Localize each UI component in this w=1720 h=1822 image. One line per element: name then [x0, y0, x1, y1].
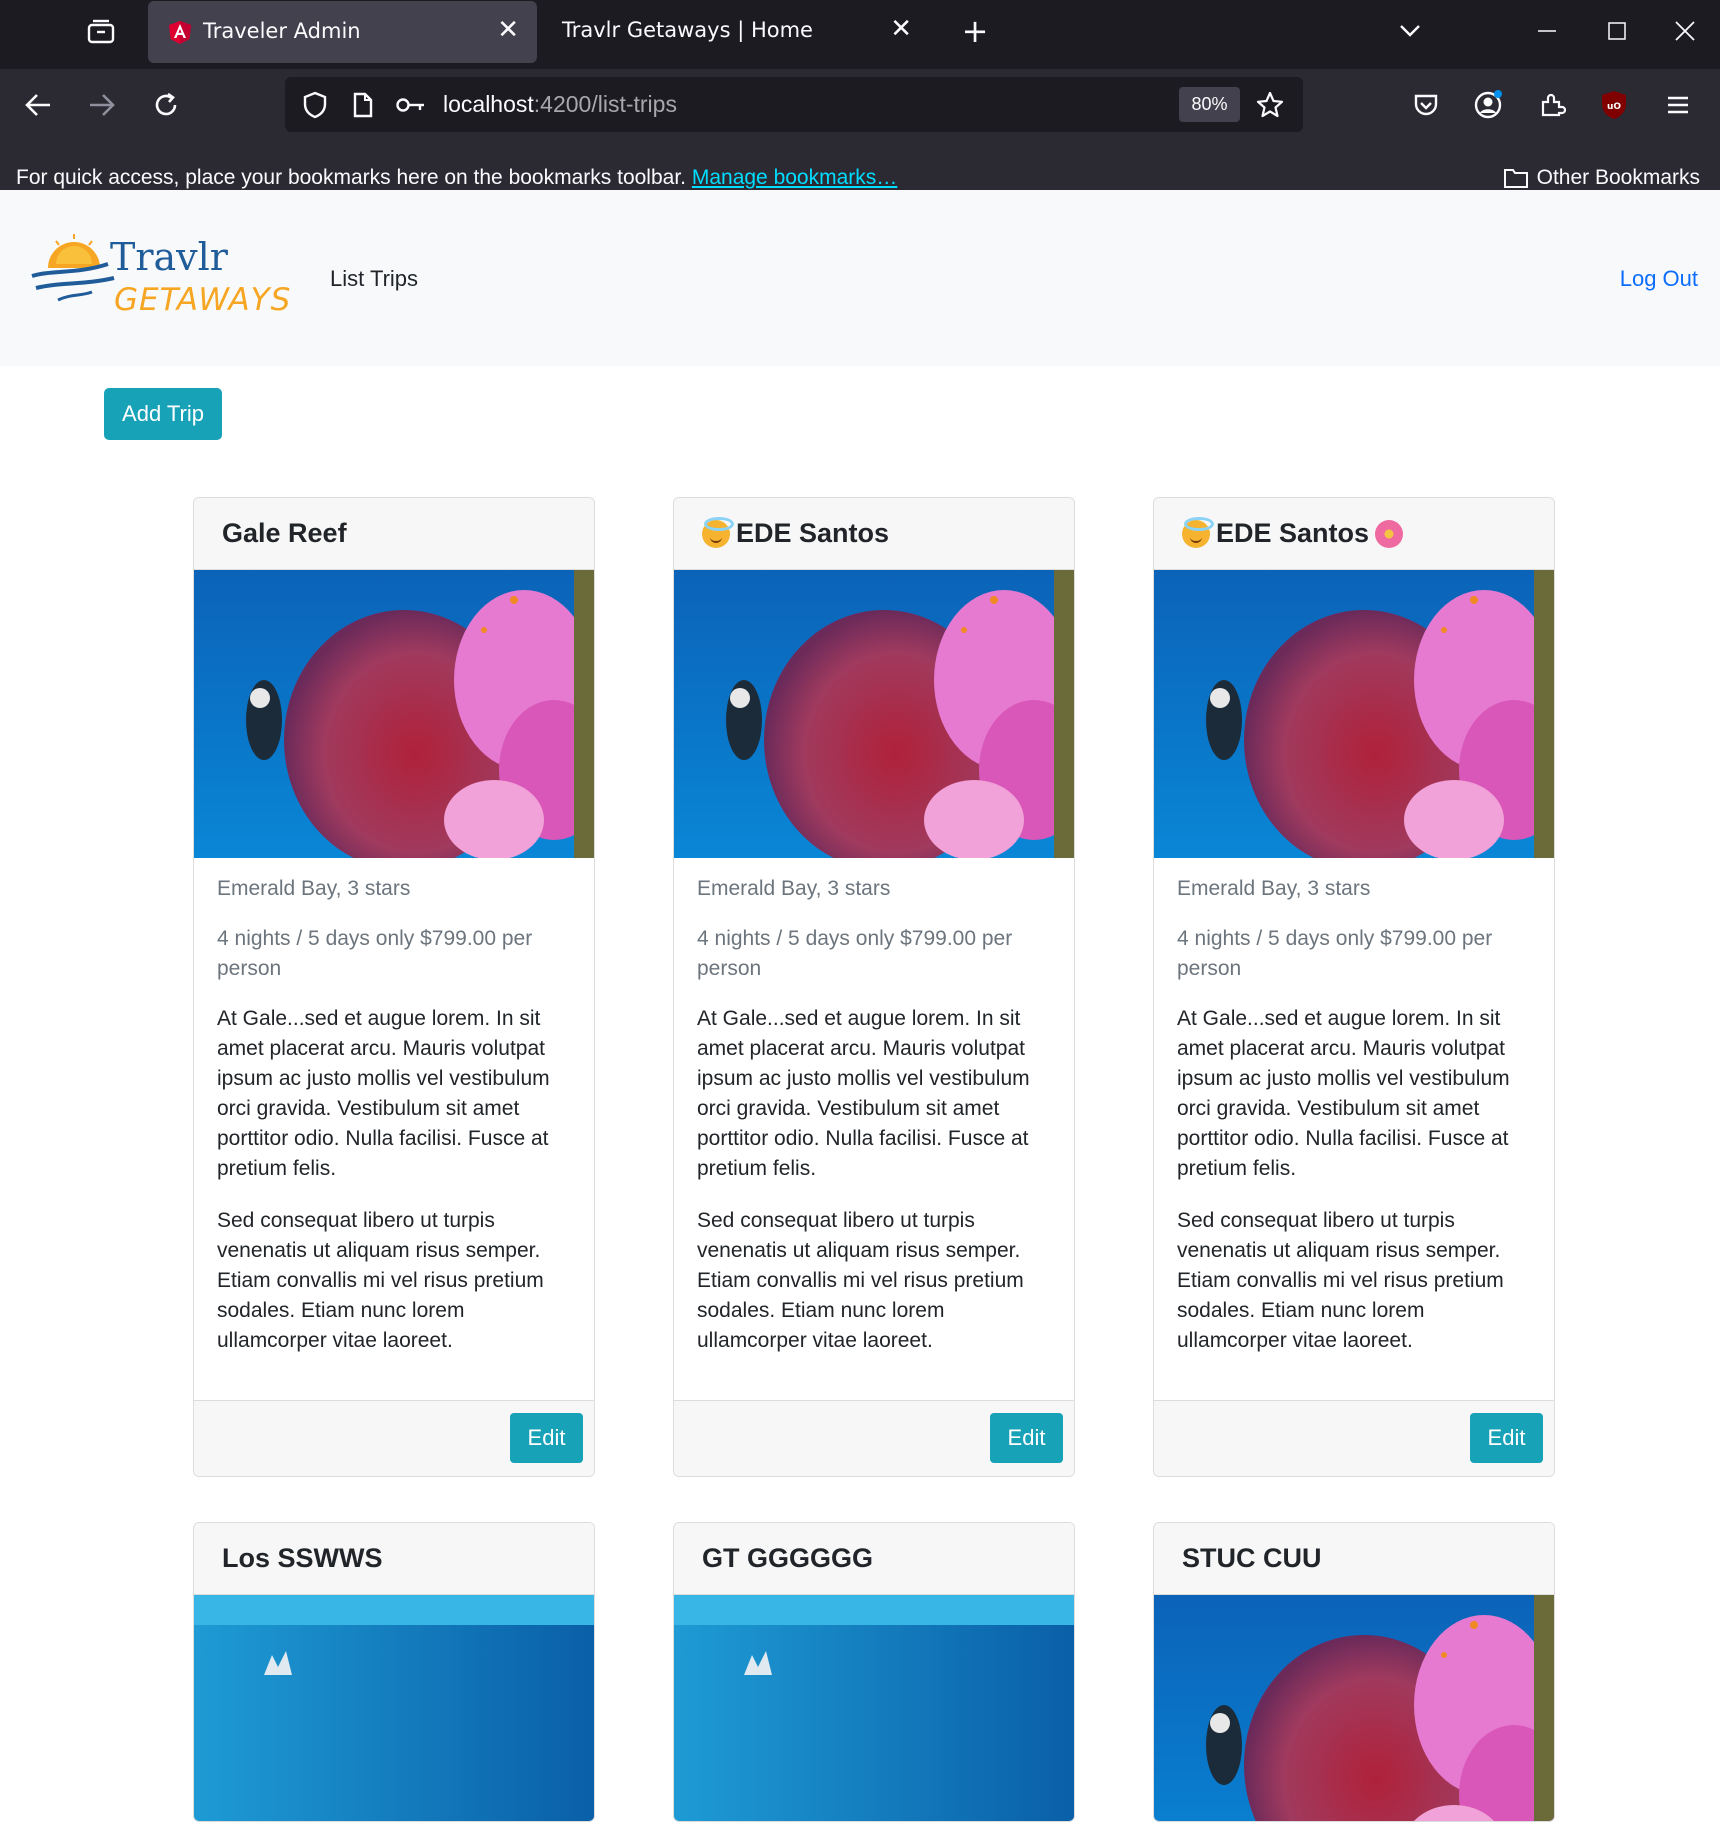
trip-image: [194, 1595, 594, 1821]
add-trip-button[interactable]: Add Trip: [104, 388, 222, 440]
close-tab-icon[interactable]: ✕: [497, 15, 519, 45]
key-icon[interactable]: [393, 87, 429, 123]
trip-card: EDE Santos Emerald Bay, 3 stars 4 nights…: [673, 497, 1075, 1477]
trip-description: At Gale...sed et augue lorem. In sit ame…: [697, 1007, 1030, 1180]
trip-image: [1154, 570, 1554, 858]
trip-title: Los SSWWS: [222, 1543, 383, 1573]
trip-card-header: Los SSWWS: [194, 1523, 594, 1595]
trip-description: Sed consequat libero ut turpis venenatis…: [1177, 1209, 1504, 1352]
trip-card: Gale Reef Emerald Bay, 3 stars 4 nights …: [193, 497, 595, 1477]
trip-resort: Emerald Bay, 3 stars: [1177, 877, 1371, 900]
browser-tab-bar: Traveler Admin ✕ Travlr Getaways | Home …: [0, 0, 1720, 69]
web-page: Travlr GETAWAYS List Trips Log Out Add T…: [0, 190, 1720, 1822]
smiling-face-with-halo-icon: [1182, 516, 1214, 548]
trip-card: STUC CUU: [1153, 1522, 1555, 1822]
trip-card-body: Emerald Bay, 3 stars 4 nights / 5 days o…: [674, 858, 1074, 1356]
trip-description: At Gale...sed et augue lorem. In sit ame…: [217, 1007, 550, 1180]
trip-card-header: EDE Santos: [1154, 498, 1554, 570]
trip-title: STUC CUU: [1182, 1543, 1322, 1573]
trip-description: At Gale...sed et augue lorem. In sit ame…: [1177, 1007, 1510, 1180]
browser-toolbar: localhost:4200/list-trips 80% uO For qui…: [0, 69, 1720, 208]
forward-icon[interactable]: [80, 83, 124, 127]
trip-image: [674, 1595, 1074, 1821]
trip-title: Gale Reef: [222, 518, 347, 548]
trip-length-price: 4 nights / 5 days only $799.00 per perso…: [1177, 927, 1493, 980]
tab-title: Traveler Admin: [203, 19, 361, 43]
page-info-icon[interactable]: [345, 87, 381, 123]
trip-card-footer: Edit: [194, 1400, 594, 1476]
trip-card-footer: Edit: [1154, 1400, 1554, 1476]
reload-icon[interactable]: [144, 83, 188, 127]
trip-card-header: EDE Santos: [674, 498, 1074, 570]
tab-traveler-admin[interactable]: Traveler Admin ✕: [148, 1, 537, 63]
manage-bookmarks-link[interactable]: Manage bookmarks…: [692, 166, 897, 189]
menu-hamburger-icon[interactable]: [1656, 83, 1700, 127]
tab-travlr-home[interactable]: Travlr Getaways | Home ✕: [544, 0, 930, 62]
brand-wordmark-bottom: GETAWAYS: [114, 282, 290, 318]
trip-card-footer: Edit: [674, 1400, 1074, 1476]
brand-wordmark-top: Travlr: [110, 235, 229, 279]
trip-image: [1154, 1595, 1554, 1821]
url-host: localhost: [443, 91, 534, 117]
account-icon[interactable]: [1466, 83, 1510, 127]
close-tab-icon[interactable]: ✕: [890, 14, 912, 44]
trip-card: GT GGGGGG: [673, 1522, 1075, 1822]
url-path: :4200/list-trips: [533, 91, 677, 117]
address-bar[interactable]: localhost:4200/list-trips 80%: [285, 77, 1303, 132]
site-navbar: Travlr GETAWAYS List Trips Log Out: [0, 190, 1720, 366]
trip-length-price: 4 nights / 5 days only $799.00 per perso…: [217, 927, 533, 980]
trip-card-header: Gale Reef: [194, 498, 594, 570]
trip-card-header: GT GGGGGG: [674, 1523, 1074, 1595]
bookmark-star-icon[interactable]: [1251, 86, 1289, 124]
url-text[interactable]: localhost:4200/list-trips: [443, 91, 677, 118]
trip-card: Los SSWWS: [193, 1522, 595, 1822]
extensions-icon[interactable]: [1530, 83, 1574, 127]
trip-title: EDE Santos: [736, 518, 890, 548]
logout-link[interactable]: Log Out: [1620, 266, 1698, 292]
other-bookmarks-label: Other Bookmarks: [1536, 166, 1700, 189]
ublock-origin-icon[interactable]: uO: [1592, 83, 1636, 127]
bookmarks-hint-text: For quick access, place your bookmarks h…: [16, 166, 686, 189]
edit-trip-button[interactable]: Edit: [990, 1413, 1063, 1463]
close-window-icon[interactable]: [1664, 12, 1706, 50]
folder-icon: [1503, 169, 1528, 188]
other-bookmarks-button[interactable]: Other Bookmarks: [1503, 166, 1700, 190]
travlr-getaways-logo[interactable]: Travlr GETAWAYS: [30, 230, 290, 320]
trip-card-body: Emerald Bay, 3 stars 4 nights / 5 days o…: [1154, 858, 1554, 1356]
trip-card: EDE Santos Emerald Bay, 3 stars 4 nights…: [1153, 497, 1555, 1477]
svg-text:uO: uO: [1607, 102, 1621, 112]
trip-card-header: STUC CUU: [1154, 1523, 1554, 1595]
trip-description: Sed consequat libero ut turpis venenatis…: [217, 1209, 544, 1352]
list-all-tabs-icon[interactable]: [1390, 12, 1430, 50]
pocket-icon[interactable]: [1404, 83, 1448, 127]
trip-title: GT GGGGGG: [702, 1543, 874, 1573]
trip-resort: Emerald Bay, 3 stars: [217, 877, 411, 900]
trip-image: [674, 570, 1074, 858]
tab-title: Travlr Getaways | Home: [562, 18, 813, 42]
trip-image: [194, 570, 594, 858]
new-tab-icon[interactable]: +: [955, 12, 995, 50]
trip-card-body: Emerald Bay, 3 stars 4 nights / 5 days o…: [194, 858, 594, 1356]
minimize-icon[interactable]: [1526, 12, 1568, 50]
trip-title: EDE Santos: [1216, 518, 1370, 548]
nav-list-trips[interactable]: List Trips: [330, 266, 418, 292]
back-icon[interactable]: [16, 83, 60, 127]
maximize-icon[interactable]: [1596, 12, 1638, 50]
shield-icon[interactable]: [297, 87, 333, 123]
smiling-face-with-halo-icon: [702, 516, 734, 548]
cherry-blossom-icon: [1375, 519, 1404, 548]
angular-logo-icon: [169, 21, 191, 44]
edit-trip-button[interactable]: Edit: [1470, 1413, 1543, 1463]
trip-description: Sed consequat libero ut turpis venenatis…: [697, 1209, 1024, 1352]
trip-length-price: 4 nights / 5 days only $799.00 per perso…: [697, 927, 1013, 980]
tab-overview-icon[interactable]: [80, 12, 122, 50]
bookmarks-hint: For quick access, place your bookmarks h…: [16, 166, 897, 190]
trip-resort: Emerald Bay, 3 stars: [697, 877, 891, 900]
zoom-level-button[interactable]: 80%: [1179, 87, 1240, 122]
edit-trip-button[interactable]: Edit: [510, 1413, 583, 1463]
